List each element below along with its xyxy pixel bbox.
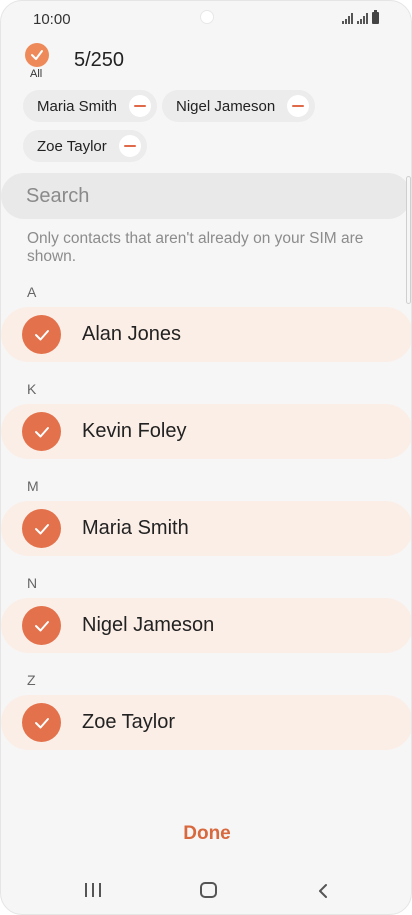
section-header: Z <box>27 672 36 688</box>
info-text: Only contacts that aren't already on you… <box>27 230 364 265</box>
contact-name: Nigel Jameson <box>82 614 215 636</box>
minus-icon <box>134 105 147 107</box>
search-bar[interactable] <box>1 173 411 219</box>
recent-apps-icon[interactable] <box>85 883 101 897</box>
section-header: N <box>27 575 38 591</box>
contact-checkbox[interactable] <box>22 703 61 742</box>
contact-name: Zoe Taylor <box>82 711 176 733</box>
selected-chip: Nigel Jameson <box>162 90 316 122</box>
home-icon[interactable] <box>200 882 217 898</box>
status-icons <box>342 10 379 24</box>
check-icon <box>34 523 49 534</box>
check-icon <box>34 620 49 631</box>
contact-checkbox[interactable] <box>22 412 61 451</box>
selected-chip: Zoe Taylor <box>23 130 147 162</box>
selected-chip: Maria Smith <box>23 90 158 122</box>
contact-row[interactable]: Alan Jones <box>1 307 411 362</box>
battery-icon <box>372 10 379 24</box>
contact-row[interactable]: Maria Smith <box>1 501 411 556</box>
phone-screen: 10:00 All 5/250 Maria Smith Nigel Jameso… <box>0 0 412 915</box>
check-icon <box>34 329 49 340</box>
chip-label: Maria Smith <box>37 97 118 115</box>
contact-name: Maria Smith <box>82 517 189 539</box>
remove-chip-button[interactable] <box>118 135 141 157</box>
section-header: A <box>27 284 37 300</box>
remove-chip-button[interactable] <box>287 95 310 117</box>
select-all-label: All <box>30 68 43 80</box>
contact-name: Kevin Foley <box>82 420 187 442</box>
search-input[interactable] <box>26 184 386 208</box>
status-bar: 10:00 <box>1 1 411 37</box>
contact-row[interactable]: Nigel Jameson <box>1 598 411 653</box>
contact-name: Alan Jones <box>82 323 181 345</box>
contact-row[interactable]: Zoe Taylor <box>1 695 411 750</box>
back-icon[interactable] <box>317 883 329 899</box>
signal-icon-2 <box>357 13 368 24</box>
check-icon <box>31 50 43 60</box>
check-icon <box>34 426 49 437</box>
minus-icon <box>292 105 305 107</box>
check-icon <box>34 717 49 728</box>
contact-checkbox[interactable] <box>22 509 61 548</box>
scrollbar[interactable] <box>406 176 411 304</box>
minus-icon <box>123 145 136 147</box>
contact-checkbox[interactable] <box>22 606 61 645</box>
done-button[interactable]: Done <box>1 823 411 845</box>
navigation-bar <box>1 871 411 911</box>
select-all-checkbox[interactable] <box>25 43 49 67</box>
contact-row[interactable]: Kevin Foley <box>1 404 411 459</box>
section-header: M <box>27 478 39 494</box>
chip-label: Zoe Taylor <box>37 137 107 155</box>
front-camera <box>200 10 214 24</box>
remove-chip-button[interactable] <box>129 95 152 117</box>
signal-icon <box>342 13 353 24</box>
contact-checkbox[interactable] <box>22 315 61 354</box>
selection-count: 5/250 <box>74 49 125 71</box>
chip-label: Nigel Jameson <box>176 97 276 115</box>
status-time: 10:00 <box>33 11 71 28</box>
section-header: K <box>27 381 37 397</box>
